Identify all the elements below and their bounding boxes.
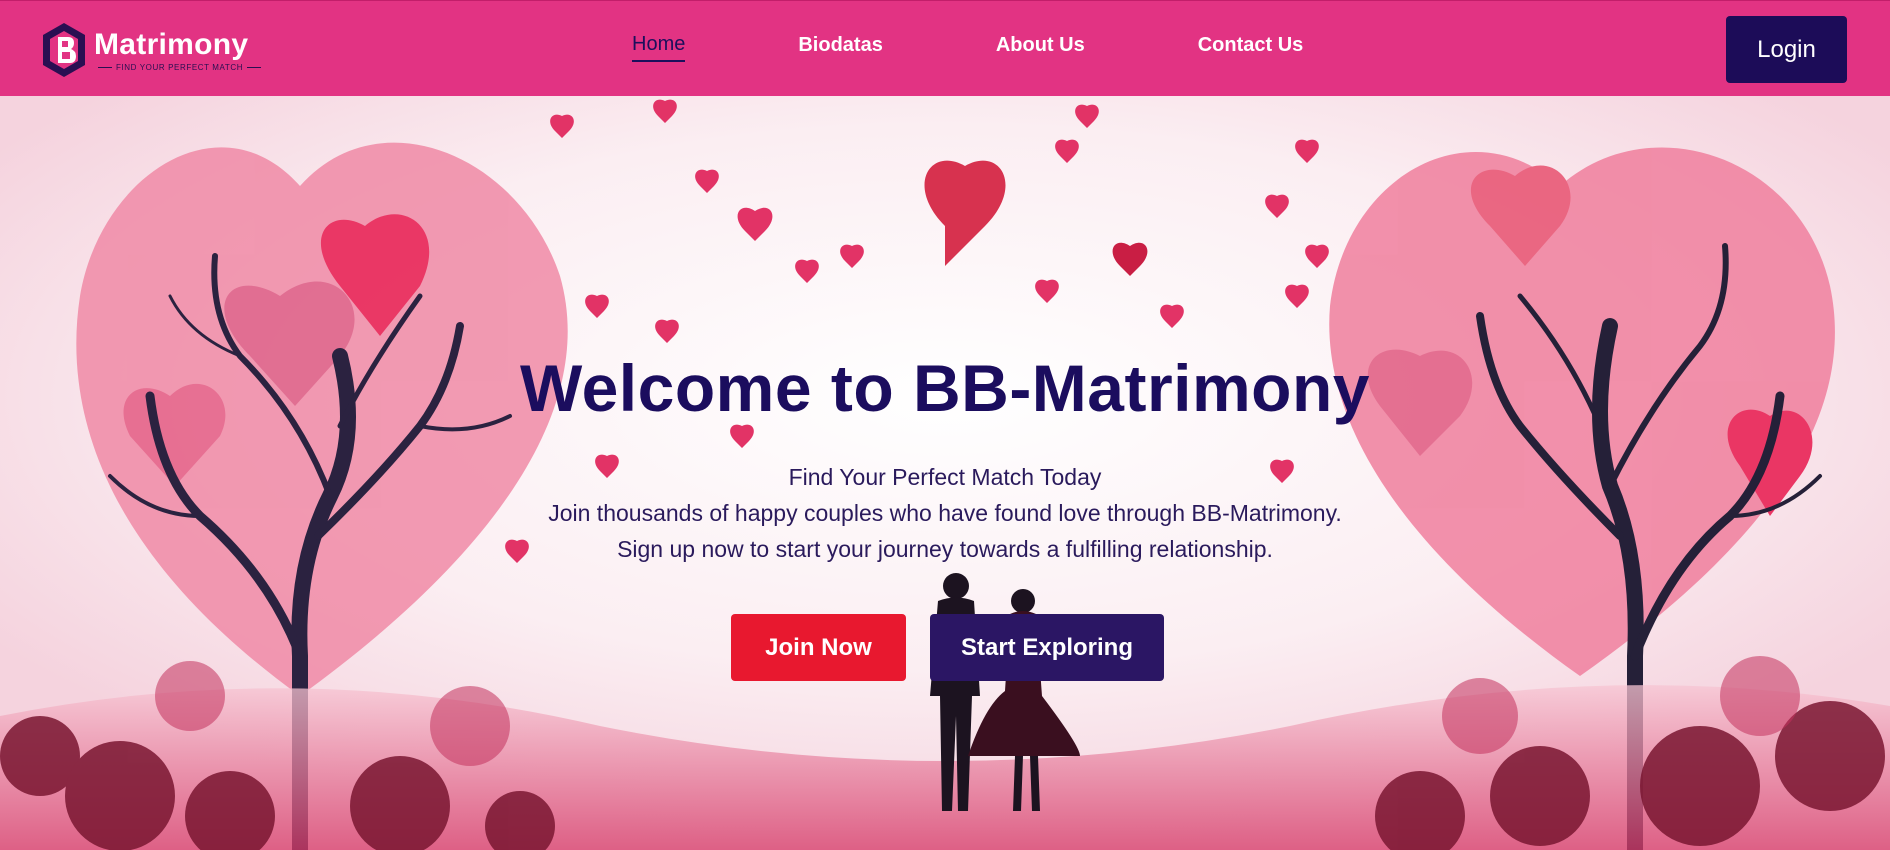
nav-home[interactable]: Home bbox=[632, 33, 686, 62]
hero-description-line-1: Join thousands of happy couples who have… bbox=[548, 500, 1342, 526]
brand-tagline: FIND YOUR PERFECT MATCH bbox=[94, 63, 265, 72]
brand-logo[interactable]: Matrimony FIND YOUR PERFECT MATCH bbox=[40, 21, 265, 79]
start-exploring-button[interactable]: Start Exploring bbox=[930, 614, 1164, 681]
nav-about-us[interactable]: About Us bbox=[996, 34, 1085, 61]
hero-section: Welcome to BB-Matrimony Find Your Perfec… bbox=[0, 96, 1890, 850]
hero-title: Welcome to BB-Matrimony bbox=[519, 351, 1371, 425]
logo-icon bbox=[43, 23, 85, 77]
nav-contact-us[interactable]: Contact Us bbox=[1198, 34, 1304, 61]
join-now-button[interactable]: Join Now bbox=[731, 614, 906, 681]
main-nav: Home Biodatas About Us Contact Us bbox=[632, 1, 1303, 93]
brand-name: Matrimony bbox=[94, 28, 249, 61]
login-button[interactable]: Login bbox=[1726, 16, 1847, 83]
hero-description-line-2: Sign up now to start your journey toward… bbox=[617, 536, 1273, 562]
top-navbar: Matrimony FIND YOUR PERFECT MATCH Home B… bbox=[0, 0, 1890, 96]
hero-content: Welcome to BB-Matrimony Find Your Perfec… bbox=[0, 96, 1890, 850]
hero-subtitle: Find Your Perfect Match Today bbox=[788, 464, 1102, 490]
nav-biodatas[interactable]: Biodatas bbox=[798, 34, 882, 61]
